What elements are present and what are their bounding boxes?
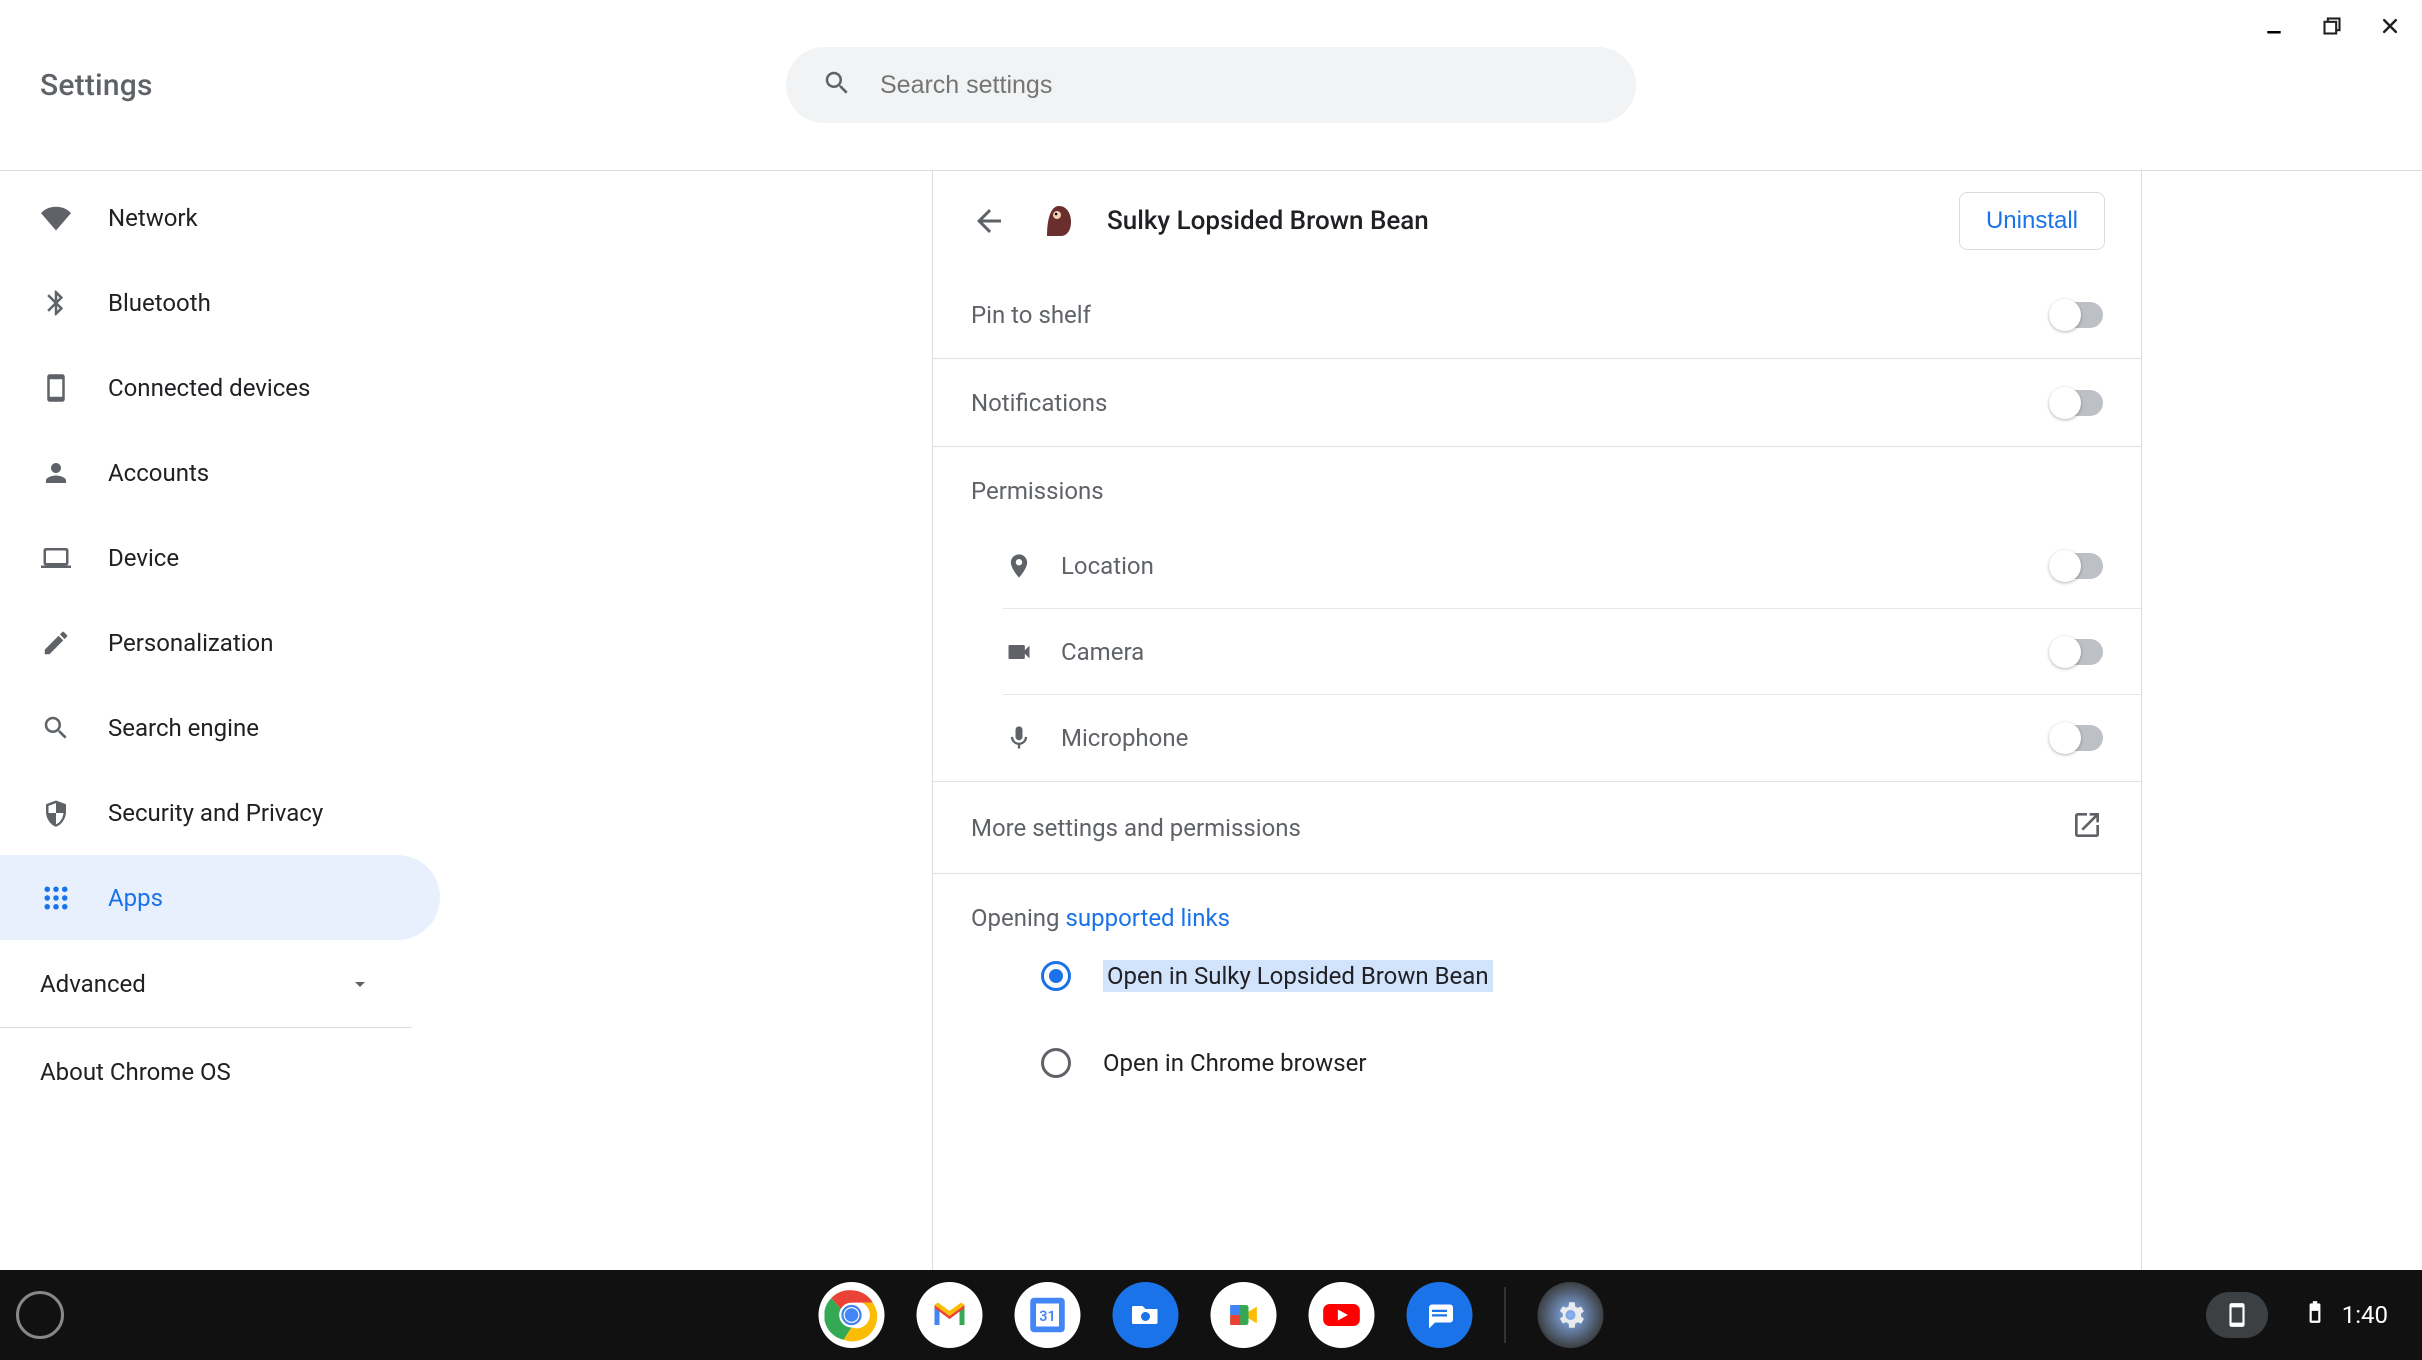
sidebar-item-label: Bluetooth <box>108 289 211 317</box>
notifications-label: Notifications <box>971 389 2049 417</box>
notifications-row: Notifications <box>933 359 2141 447</box>
permission-camera-row: Camera <box>1003 609 2141 695</box>
sidebar-item-label: Device <box>108 544 179 572</box>
permissions-header: Permissions <box>933 447 2141 523</box>
permission-microphone-toggle[interactable] <box>2049 725 2103 751</box>
tray-status[interactable]: 1:40 <box>2284 1289 2406 1341</box>
shelf-settings[interactable] <box>1538 1282 1604 1348</box>
shelf-meet[interactable] <box>1211 1282 1277 1348</box>
permission-microphone-label: Microphone <box>1061 724 2023 752</box>
sidebar-item-label: Personalization <box>108 629 274 657</box>
search-icon <box>40 712 72 744</box>
opening-links-block: Opening supported links Open in Sulky Lo… <box>933 874 2141 1146</box>
camera-icon <box>1003 636 1035 668</box>
opening-prefix: Opening <box>971 904 1066 932</box>
chevron-down-icon <box>348 972 372 996</box>
permission-microphone-row: Microphone <box>1003 695 2141 781</box>
sidebar-item-security[interactable]: Security and Privacy <box>0 770 652 855</box>
app-header: Sulky Lopsided Brown Bean Uninstall <box>933 171 2141 271</box>
sidebar-item-label: Accounts <box>108 459 209 487</box>
sidebar-item-accounts[interactable]: Accounts <box>0 430 652 515</box>
page-title: Settings <box>40 68 153 103</box>
opening-title: Opening supported links <box>971 904 2103 932</box>
system-tray[interactable]: 1:40 <box>2206 1289 2406 1341</box>
tray-time: 1:40 <box>2342 1301 2388 1329</box>
bluetooth-icon <box>40 287 72 319</box>
sidebar-item-search-engine[interactable]: Search engine <box>0 685 652 770</box>
app-name: Sulky Lopsided Brown Bean <box>1107 206 1429 236</box>
person-icon <box>40 457 72 489</box>
header: Settings <box>0 0 2422 170</box>
notifications-toggle[interactable] <box>2049 390 2103 416</box>
advanced-label: Advanced <box>40 970 146 998</box>
svg-text:31: 31 <box>1039 1308 1055 1325</box>
permission-location-row: Location <box>1003 523 2141 609</box>
permission-camera-toggle[interactable] <box>2049 639 2103 665</box>
shelf-gmail[interactable] <box>917 1282 983 1348</box>
tray-phone-hub[interactable] <box>2206 1292 2268 1338</box>
sidebar-item-apps[interactable]: Apps <box>0 855 440 940</box>
sidebar-item-label: Connected devices <box>108 374 310 402</box>
sidebar-item-label: Network <box>108 204 198 232</box>
sidebar-item-network[interactable]: Network <box>0 175 652 260</box>
wifi-icon <box>40 202 72 234</box>
radio-open-in-app[interactable]: Open in Sulky Lopsided Brown Bean <box>971 932 2103 1020</box>
launcher-button[interactable] <box>16 1291 64 1339</box>
radio-label: Open in Chrome browser <box>1103 1049 1366 1077</box>
sidebar: Network Bluetooth Connected devices Acco… <box>0 171 652 1360</box>
shelf-youtube[interactable] <box>1309 1282 1375 1348</box>
sidebar-item-bluetooth[interactable]: Bluetooth <box>0 260 652 345</box>
sidebar-item-label: Search engine <box>108 714 259 742</box>
microphone-icon <box>1003 722 1035 754</box>
shelf-messages[interactable] <box>1407 1282 1473 1348</box>
location-icon <box>1003 550 1035 582</box>
permission-location-toggle[interactable] <box>2049 553 2103 579</box>
permission-camera-label: Camera <box>1061 638 2023 666</box>
pin-to-shelf-row: Pin to shelf <box>933 271 2141 359</box>
window-minimize-button[interactable] <box>2262 14 2286 38</box>
main-content: Sulky Lopsided Brown Bean Uninstall Pin … <box>652 171 2422 1360</box>
sidebar-item-connected-devices[interactable]: Connected devices <box>0 345 652 430</box>
permission-location-label: Location <box>1061 552 2023 580</box>
search-input[interactable] <box>880 71 1600 100</box>
supported-links-link[interactable]: supported links <box>1066 904 1231 932</box>
shelf: 31 1:40 <box>0 1270 2422 1360</box>
app-icon <box>1037 200 1079 242</box>
pin-to-shelf-label: Pin to shelf <box>971 301 2049 329</box>
search-box[interactable] <box>786 47 1636 123</box>
sidebar-advanced[interactable]: Advanced <box>0 940 412 1028</box>
shelf-chrome[interactable] <box>819 1282 885 1348</box>
radio-label: Open in Sulky Lopsided Brown Bean <box>1103 960 1493 992</box>
shelf-separator <box>1505 1287 1506 1343</box>
apps-icon <box>40 882 72 914</box>
shelf-files[interactable] <box>1113 1282 1179 1348</box>
sidebar-item-device[interactable]: Device <box>0 515 652 600</box>
laptop-icon <box>40 542 72 574</box>
edit-icon <box>40 627 72 659</box>
uninstall-button[interactable]: Uninstall <box>1959 192 2105 250</box>
window-restore-button[interactable] <box>2320 14 2344 38</box>
about-label: About Chrome OS <box>40 1058 231 1086</box>
sidebar-item-personalization[interactable]: Personalization <box>0 600 652 685</box>
permissions-block: Location Camera Microphone <box>933 523 2141 782</box>
window-close-button[interactable] <box>2378 14 2402 38</box>
external-link-icon <box>2071 809 2103 847</box>
pin-to-shelf-toggle[interactable] <box>2049 302 2103 328</box>
radio-open-in-chrome[interactable]: Open in Chrome browser <box>971 1020 2103 1106</box>
shelf-apps: 31 <box>819 1282 1604 1348</box>
battery-icon <box>2302 1299 2328 1331</box>
sidebar-item-label: Security and Privacy <box>108 799 323 827</box>
back-button[interactable] <box>969 201 1009 241</box>
more-settings-row[interactable]: More settings and permissions <box>933 782 2141 874</box>
sidebar-item-label: Apps <box>108 884 163 912</box>
radio-icon <box>1041 961 1071 991</box>
sidebar-about[interactable]: About Chrome OS <box>0 1028 652 1116</box>
search-icon <box>822 68 852 102</box>
shelf-calendar[interactable]: 31 <box>1015 1282 1081 1348</box>
more-settings-label: More settings and permissions <box>971 814 1301 842</box>
radio-icon <box>1041 1048 1071 1078</box>
shield-icon <box>40 797 72 829</box>
device-icon <box>40 372 72 404</box>
